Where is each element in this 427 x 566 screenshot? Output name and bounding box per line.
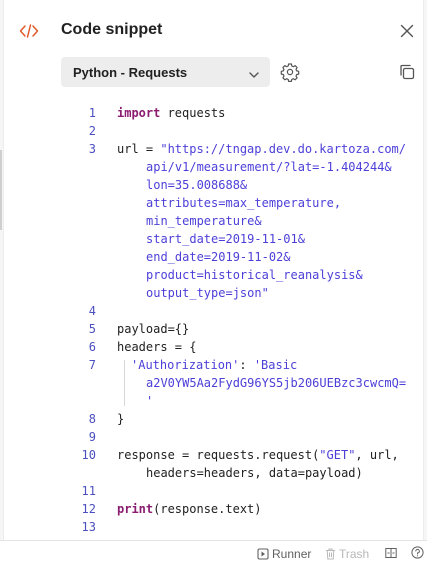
language-select-value: Python - Requests bbox=[73, 65, 188, 80]
two-pane-view-button[interactable] bbox=[385, 547, 397, 559]
code-line-wrap: product=historical_reanalysis& bbox=[0, 266, 421, 284]
string-literal: start_date=2019-11-01& bbox=[146, 232, 305, 246]
line-number: 1 bbox=[88, 106, 96, 120]
code-line: 7 'Authorization': 'Basic bbox=[0, 356, 421, 374]
string-literal: a2V0YW5Aa2FydG96YS5jb206UEBzc3cwcmQ= bbox=[146, 376, 407, 390]
line-number: 11 bbox=[81, 484, 96, 498]
code-line-wrap: end_date=2019-11-02& bbox=[0, 248, 421, 266]
string-literal: "https://tngap.dev.do.kartoza.com/ bbox=[160, 142, 406, 156]
panel-header: Code snippet bbox=[0, 16, 427, 46]
code-icon bbox=[19, 23, 39, 39]
code-line: 3 url = "https://tngap.dev.do.kartoza.com… bbox=[0, 140, 421, 158]
code-text: headers=headers, data=payload) bbox=[146, 466, 363, 480]
help-icon bbox=[411, 546, 424, 559]
code-line-wrap: start_date=2019-11-01& bbox=[0, 230, 421, 248]
code-line: 10 response = requests.request("GET", url… bbox=[0, 446, 421, 464]
code-line-wrap: headers=headers, data=payload) bbox=[0, 464, 421, 482]
code-text: : bbox=[239, 358, 254, 372]
code-text: url = bbox=[117, 142, 161, 156]
line-number: 9 bbox=[88, 430, 96, 444]
string-literal: min_temperature& bbox=[146, 214, 262, 228]
string-literal: ' bbox=[146, 394, 154, 408]
code-line: 12 print(response.text) bbox=[0, 500, 421, 518]
string-literal: end_date=2019-11-02& bbox=[146, 250, 291, 264]
runner-button[interactable]: Runner bbox=[257, 547, 311, 561]
code-line-wrap: a2V0YW5Aa2FydG96YS5jb206UEBzc3cwcmQ= bbox=[0, 374, 421, 392]
code-text: , url, bbox=[355, 448, 399, 462]
right-pane-edge bbox=[423, 0, 427, 540]
line-number: 5 bbox=[88, 322, 96, 336]
trash-icon bbox=[325, 548, 336, 560]
code-text: headers = { bbox=[117, 340, 197, 354]
line-number: 8 bbox=[88, 412, 96, 426]
line-number: 13 bbox=[81, 520, 96, 534]
snippet-toolbar: Python - Requests bbox=[61, 57, 419, 87]
line-number: 10 bbox=[81, 448, 96, 462]
trash-button[interactable]: Trash bbox=[325, 547, 369, 561]
code-line: 13 bbox=[0, 518, 421, 536]
line-number: 6 bbox=[88, 340, 96, 354]
panel-title: Code snippet bbox=[61, 21, 163, 38]
line-number: 3 bbox=[88, 142, 96, 156]
chevron-down-icon bbox=[248, 67, 260, 78]
line-number: 7 bbox=[88, 358, 96, 372]
two-pane-icon bbox=[385, 547, 397, 559]
code-line: 8} bbox=[0, 410, 421, 428]
string-literal: 'Basic bbox=[253, 358, 298, 372]
help-button[interactable] bbox=[411, 546, 424, 559]
code-text: payload={} bbox=[117, 322, 190, 336]
keyword: print bbox=[117, 502, 154, 516]
line-number: 4 bbox=[88, 304, 96, 318]
code-block[interactable]: 1 import requests 2 3 url = "https://tngap… bbox=[0, 104, 421, 536]
string-literal: 'Authorization' bbox=[131, 358, 240, 372]
line-number: 12 bbox=[81, 502, 96, 516]
string-literal: output_type=json" bbox=[146, 286, 269, 300]
code-text: requests bbox=[160, 106, 226, 120]
string-literal: api/v1/measurement/?lat=-1.404244& bbox=[146, 160, 392, 174]
code-line: 9 bbox=[0, 428, 421, 446]
string-literal: lon=35.008688& bbox=[146, 178, 248, 192]
string-literal: product=historical_reanalysis& bbox=[146, 268, 363, 282]
code-line-wrap: output_type=json" bbox=[0, 284, 421, 302]
string-literal: "GET" bbox=[319, 448, 356, 462]
line-number: 2 bbox=[88, 124, 96, 138]
code-line-wrap: min_temperature& bbox=[0, 212, 421, 230]
indent-guide bbox=[124, 360, 125, 406]
gear-icon[interactable] bbox=[280, 62, 300, 82]
code-line-wrap: lon=35.008688& bbox=[0, 176, 421, 194]
code-line: 1 import requests bbox=[0, 104, 421, 122]
code-line: 2 bbox=[0, 122, 421, 140]
trash-label: Trash bbox=[339, 547, 370, 561]
keyword: import bbox=[117, 106, 161, 120]
code-line: 6 headers = { bbox=[0, 338, 421, 356]
copy-icon[interactable] bbox=[398, 63, 416, 81]
code-line-wrap: api/v1/measurement/?lat=-1.404244& bbox=[0, 158, 421, 176]
runner-icon bbox=[257, 548, 269, 560]
code-line: 4 bbox=[0, 302, 421, 320]
status-bar: Runner Trash bbox=[0, 540, 427, 566]
code-line: 5 payload={} bbox=[0, 320, 421, 338]
runner-label: Runner bbox=[272, 547, 312, 561]
code-line: 11 bbox=[0, 482, 421, 500]
close-icon[interactable] bbox=[397, 21, 417, 41]
code-line-wrap: attributes=max_temperature, bbox=[0, 194, 421, 212]
code-line-wrap: ' bbox=[0, 392, 421, 410]
code-text: (response.text) bbox=[153, 502, 262, 516]
string-literal: attributes=max_temperature, bbox=[146, 196, 342, 210]
language-select[interactable]: Python - Requests bbox=[61, 57, 270, 87]
code-text: response = requests.request( bbox=[117, 448, 320, 462]
code-text: } bbox=[117, 412, 125, 426]
